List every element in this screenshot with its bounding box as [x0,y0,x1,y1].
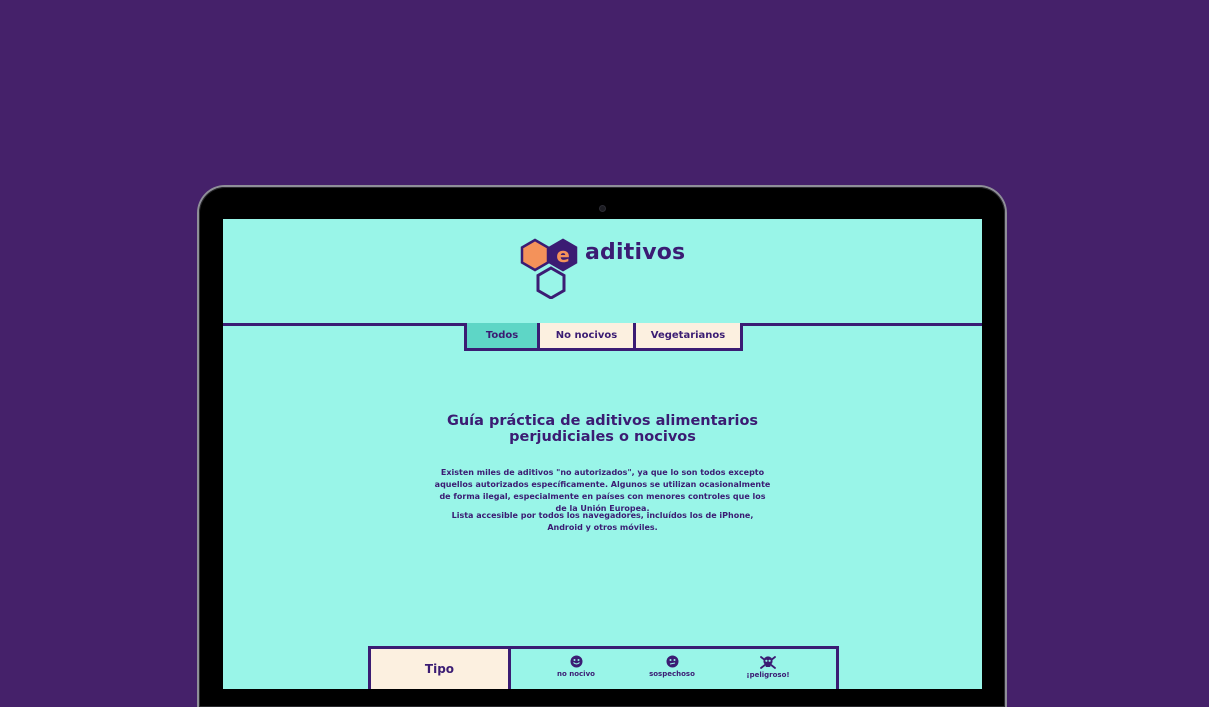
brand-name[interactable]: aditivos [585,240,685,265]
webcam-dot [600,206,605,211]
filter-tabs: Todos No nocivos Vegetarianos [464,323,743,351]
smiley-neutral-icon [666,655,678,668]
skull-crossbones-icon [760,656,776,669]
legend-label-no-nocivo: no nocivo [557,670,595,678]
compat-paragraph: Lista accesible por todos los navegadore… [451,511,754,532]
legend-sospechoso[interactable]: sospechoso [637,655,707,678]
additives-table-header: Tipo no nocivo sospechoso ¡peligroso! [368,646,839,689]
tab-vegetarianos[interactable]: Vegetarianos [633,323,743,351]
page-title-line2: perjudiciales o nocivos [509,429,696,445]
tipo-column-header[interactable]: Tipo [371,649,511,689]
legend-label-sospechoso: sospechoso [649,670,695,678]
legend-no-nocivo[interactable]: no nocivo [541,655,611,678]
tab-no-nocivos[interactable]: No nocivos [537,323,636,351]
type-legend: no nocivo sospechoso ¡peligroso! [511,649,836,689]
hexagon-logo-icon[interactable]: e [520,237,582,299]
page-title-line1: Guía práctica de aditivos alimentarios [446,413,759,429]
legend-peligroso[interactable]: ¡peligroso! [733,655,803,679]
smiley-happy-icon [570,655,582,668]
logo-letter: e [556,243,570,267]
site-header: e aditivos [223,219,982,323]
page-title: Guía práctica de aditivos alimentarios p… [223,413,982,445]
tab-todos[interactable]: Todos [464,323,540,351]
legend-label-peligroso: ¡peligroso! [746,671,790,679]
browser-screen: e aditivos Todos No nocivos Vegetarianos… [223,219,982,689]
intro-paragraph: Existen miles de aditivos "no autorizado… [434,468,771,513]
